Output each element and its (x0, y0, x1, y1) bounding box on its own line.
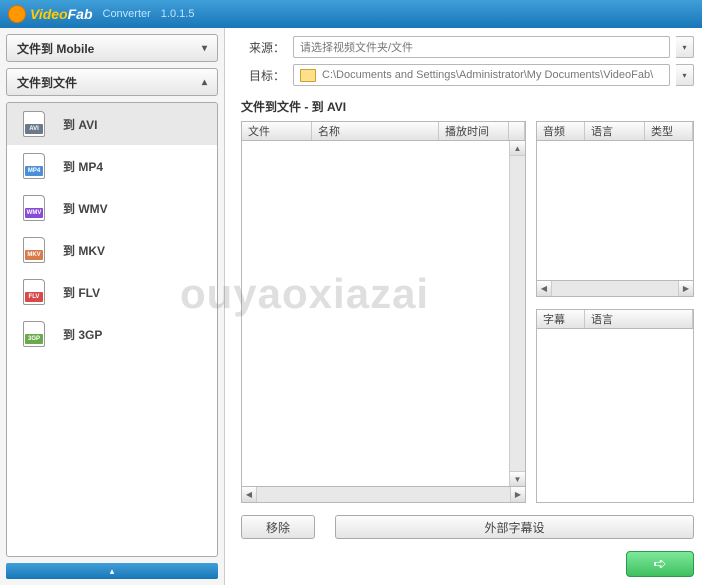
format-label: 到 AVI (63, 116, 97, 133)
sidebar-collapse-button[interactable]: ▴ (6, 563, 218, 579)
col-sub[interactable]: 字幕 (537, 310, 585, 328)
col-lang2[interactable]: 语言 (585, 310, 693, 328)
subtitle-table-body[interactable] (536, 329, 694, 503)
target-input[interactable]: C:\Documents and Settings\Administrator\… (293, 64, 670, 86)
col-spacer (509, 122, 525, 140)
file-avi-icon (23, 111, 45, 137)
remove-button[interactable]: 移除 (241, 515, 315, 539)
section-title: 文件到文件 - 到 AVI (241, 98, 694, 115)
app-product: Converter (103, 8, 151, 20)
app-name: VideoFab (30, 6, 93, 22)
external-subtitle-button[interactable]: 外部字幕设 (335, 515, 694, 539)
content-area: 来源： 请选择视频文件夹/文件 ▾ 目标： C:\Documents and S… (225, 28, 702, 585)
file-wmv-icon (23, 195, 45, 221)
subtitle-table: 字幕 语言 (536, 309, 694, 503)
file-table: 文件 名称 播放时间 (241, 121, 526, 503)
accordion-mobile[interactable]: 文件到 Mobile ▾ (6, 34, 218, 62)
file-mkv-icon (23, 237, 45, 263)
col-name[interactable]: 名称 (312, 122, 439, 140)
source-placeholder: 请选择视频文件夹/文件 (300, 39, 413, 55)
format-item-3gp[interactable]: 到 3GP (7, 313, 217, 355)
next-button[interactable]: ➪ (626, 551, 694, 577)
vertical-scrollbar[interactable] (509, 141, 525, 486)
col-lang[interactable]: 语言 (585, 122, 645, 140)
sidebar: 文件到 Mobile ▾ 文件到文件 ▴ 到 AVI 到 MP4 到 WMV 到… (0, 28, 225, 585)
source-dropdown-button[interactable]: ▾ (676, 36, 694, 58)
folder-icon (300, 69, 316, 82)
source-label: 来源： (241, 39, 285, 56)
format-label: 到 MKV (63, 242, 105, 259)
format-label: 到 WMV (63, 200, 108, 217)
file-3gp-icon (23, 321, 45, 347)
audio-table-body[interactable] (536, 141, 694, 281)
col-duration[interactable]: 播放时间 (439, 122, 509, 140)
accordion-file[interactable]: 文件到文件 ▴ (6, 68, 218, 96)
arrow-right-icon: ➪ (653, 554, 666, 574)
col-file[interactable]: 文件 (242, 122, 312, 140)
source-input[interactable]: 请选择视频文件夹/文件 (293, 36, 670, 58)
file-mp4-icon (23, 153, 45, 179)
chevron-down-icon: ▾ (202, 43, 207, 54)
format-item-mkv[interactable]: 到 MKV (7, 229, 217, 271)
target-value: C:\Documents and Settings\Administrator\… (322, 69, 653, 81)
accordion-mobile-label: 文件到 Mobile (17, 40, 94, 57)
format-item-mp4[interactable]: 到 MP4 (7, 145, 217, 187)
format-list: 到 AVI 到 MP4 到 WMV 到 MKV 到 FLV 到 3GP (6, 102, 218, 557)
format-label: 到 FLV (63, 284, 100, 301)
target-dropdown-button[interactable]: ▾ (676, 64, 694, 86)
file-table-body[interactable] (241, 141, 526, 487)
format-item-avi[interactable]: 到 AVI (7, 103, 217, 145)
format-label: 到 3GP (63, 326, 102, 343)
logo-icon (8, 5, 26, 23)
audio-table: 音频 语言 类型 (536, 121, 694, 297)
accordion-file-label: 文件到文件 (17, 74, 77, 91)
col-audio[interactable]: 音频 (537, 122, 585, 140)
file-flv-icon (23, 279, 45, 305)
app-version: 1.0.1.5 (161, 8, 195, 20)
target-label: 目标： (241, 67, 285, 84)
horizontal-scrollbar[interactable] (241, 487, 526, 503)
format-item-flv[interactable]: 到 FLV (7, 271, 217, 313)
format-item-wmv[interactable]: 到 WMV (7, 187, 217, 229)
chevron-up-icon: ▴ (202, 77, 207, 88)
title-bar: VideoFab Converter 1.0.1.5 (0, 0, 702, 28)
format-label: 到 MP4 (63, 158, 103, 175)
col-type[interactable]: 类型 (645, 122, 693, 140)
app-logo: VideoFab Converter 1.0.1.5 (8, 5, 194, 23)
horizontal-scrollbar[interactable] (536, 281, 694, 297)
